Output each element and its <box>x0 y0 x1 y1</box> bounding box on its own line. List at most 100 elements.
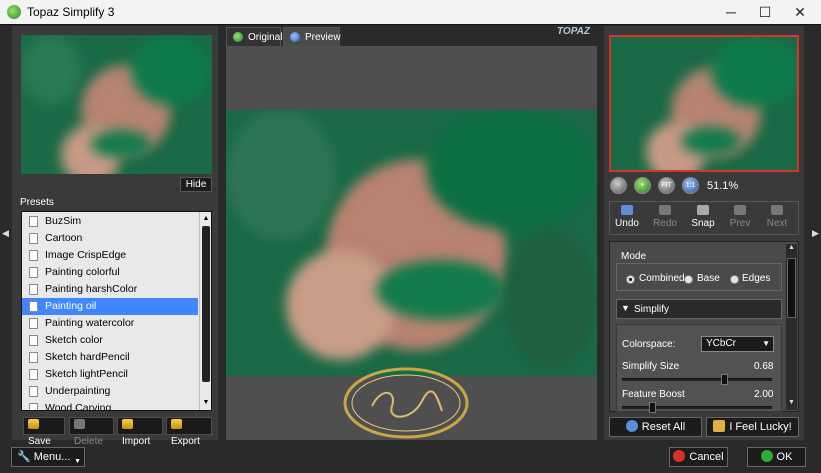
feel-lucky-label: I Feel Lucky! <box>729 421 792 433</box>
preset-label: Sketch hardPencil <box>45 351 130 363</box>
preset-label: Sketch lightPencil <box>45 368 128 380</box>
settings-scroll-thumb[interactable] <box>787 258 796 318</box>
preview-canvas[interactable] <box>226 46 597 440</box>
menu-button[interactable]: 🔧 Menu... ▼ <box>11 447 85 467</box>
preset-document-icon <box>29 301 38 312</box>
simplify-size-label: Simplify Size <box>622 361 680 372</box>
preset-item[interactable]: Sketch lightPencil <box>22 366 198 383</box>
collapse-left-panel-icon[interactable]: ◀ <box>2 228 10 238</box>
simplify-section-header[interactable]: ▼ Simplify <box>616 299 782 319</box>
ok-label: OK <box>776 451 793 463</box>
cancel-icon <box>673 450 686 462</box>
preset-label: Painting colorful <box>45 266 120 278</box>
simplify-size-slider-knob[interactable] <box>721 374 728 385</box>
close-window-button[interactable]: ✕ <box>782 0 818 24</box>
delete-icon <box>74 419 85 429</box>
settings-scroll-down-icon[interactable]: ▼ <box>786 399 797 409</box>
preset-item[interactable]: Underpainting <box>22 383 198 400</box>
preset-item[interactable]: Sketch hardPencil <box>22 349 198 366</box>
mode-base-radio[interactable] <box>684 275 693 284</box>
preset-item[interactable]: Painting harshColor <box>22 281 198 298</box>
mode-combined-radio[interactable] <box>626 275 635 284</box>
preset-item[interactable]: Wood Carving <box>22 400 198 411</box>
window-title: Topaz Simplify 3 <box>27 5 115 19</box>
zoom-fit-icon[interactable]: FIT <box>658 177 675 194</box>
next-button[interactable]: Next <box>762 205 792 229</box>
cancel-label: Cancel <box>689 451 724 463</box>
preset-label: Sketch color <box>45 334 103 346</box>
preset-item[interactable]: BuzSim <box>22 213 198 230</box>
feature-boost-slider[interactable] <box>622 406 772 409</box>
presets-scroll-thumb[interactable] <box>202 226 210 382</box>
preset-item[interactable]: Painting oil <box>22 298 198 315</box>
minimize-button[interactable]: ─ <box>713 0 749 24</box>
feel-lucky-button[interactable]: I Feel Lucky! <box>706 417 799 437</box>
undo-label: Undo <box>615 218 639 229</box>
undo-icon <box>621 205 633 215</box>
wrench-icon: 🔧 <box>17 451 31 463</box>
zoom-out-icon[interactable]: - <box>610 177 627 194</box>
preset-document-icon <box>29 318 38 329</box>
collapse-triangle-icon: ▼ <box>621 303 630 313</box>
preset-item[interactable]: Cartoon <box>22 230 198 247</box>
hide-button[interactable]: Hide <box>180 177 212 192</box>
undo-button[interactable]: Undo <box>612 205 642 229</box>
cancel-button[interactable]: Cancel <box>669 447 728 467</box>
scroll-up-icon[interactable]: ▲ <box>200 214 211 224</box>
snap-label: Snap <box>691 218 715 229</box>
preset-label: Painting watercolor <box>45 317 135 329</box>
export-preset-button[interactable]: Export <box>166 417 212 447</box>
mode-edges-radio[interactable] <box>730 275 739 284</box>
menu-chevron-icon: ▼ <box>74 458 81 465</box>
preset-label: Painting harshColor <box>45 283 138 295</box>
preset-label: Painting oil <box>45 300 97 312</box>
ok-check-icon <box>760 450 773 462</box>
preset-document-icon <box>29 352 38 363</box>
redo-button[interactable]: Redo <box>650 205 680 229</box>
collapse-right-panel-icon[interactable]: ▶ <box>812 228 820 238</box>
preset-label: Wood Carving <box>45 402 112 411</box>
maximize-button[interactable]: ☐ <box>747 0 783 24</box>
reset-all-button[interactable]: Reset All <box>609 417 702 437</box>
preset-document-icon <box>29 284 38 295</box>
delete-preset-button[interactable]: Delete <box>69 417 114 447</box>
simplify-size-value: 0.68 <box>754 361 774 372</box>
preset-document-icon <box>29 233 38 244</box>
prev-icon <box>734 205 746 215</box>
tab-preview[interactable]: Preview <box>283 27 341 46</box>
next-icon <box>771 205 783 215</box>
navigator-thumbnail[interactable] <box>21 35 212 174</box>
simplify-size-slider[interactable] <box>622 378 772 381</box>
preset-label: Image CrispEdge <box>45 249 127 261</box>
zoom-in-icon[interactable]: + <box>634 177 651 194</box>
tab-original-label: Original <box>248 32 283 43</box>
preset-item[interactable]: Image CrispEdge <box>22 247 198 264</box>
preset-document-icon <box>29 386 38 397</box>
presets-list[interactable]: BuzSim Cartoon Image CrispEdge Painting col… <box>21 211 212 411</box>
import-preset-button[interactable]: Import <box>117 417 163 447</box>
snap-button[interactable]: Snap <box>688 205 718 229</box>
redo-icon <box>659 205 671 215</box>
preset-item[interactable]: Painting colorful <box>22 264 198 281</box>
presets-scrollbar[interactable]: ▲ ▼ <box>199 212 211 410</box>
feature-boost-slider-knob[interactable] <box>649 402 656 413</box>
zoom-actual-icon[interactable]: 1:1 <box>682 177 699 194</box>
simplify-section-title: Simplify <box>634 304 670 315</box>
colorspace-dropdown[interactable]: YCbCr ▼ <box>701 336 774 352</box>
presets-list-items: BuzSim Cartoon Image CrispEdge Painting col… <box>22 213 198 411</box>
preset-item[interactable]: Sketch color <box>22 332 198 349</box>
navigator-preview[interactable] <box>609 35 799 172</box>
preset-document-icon <box>29 267 38 278</box>
ok-button[interactable]: OK <box>747 447 806 467</box>
preset-item[interactable]: Painting watercolor <box>22 315 198 332</box>
prev-button[interactable]: Prev <box>725 205 755 229</box>
settings-scroll-up-icon[interactable]: ▲ <box>786 244 797 254</box>
scroll-down-icon[interactable]: ▼ <box>200 398 211 408</box>
feature-boost-label: Feature Boost <box>622 389 685 400</box>
tab-original[interactable]: Original <box>226 27 283 46</box>
prev-label: Prev <box>729 218 751 229</box>
save-preset-button[interactable]: Save <box>23 417 65 447</box>
mode-edges-label: Edges <box>742 273 771 284</box>
settings-scrollbar[interactable]: ▲ ▼ <box>786 244 797 410</box>
preview-image[interactable] <box>226 110 597 376</box>
